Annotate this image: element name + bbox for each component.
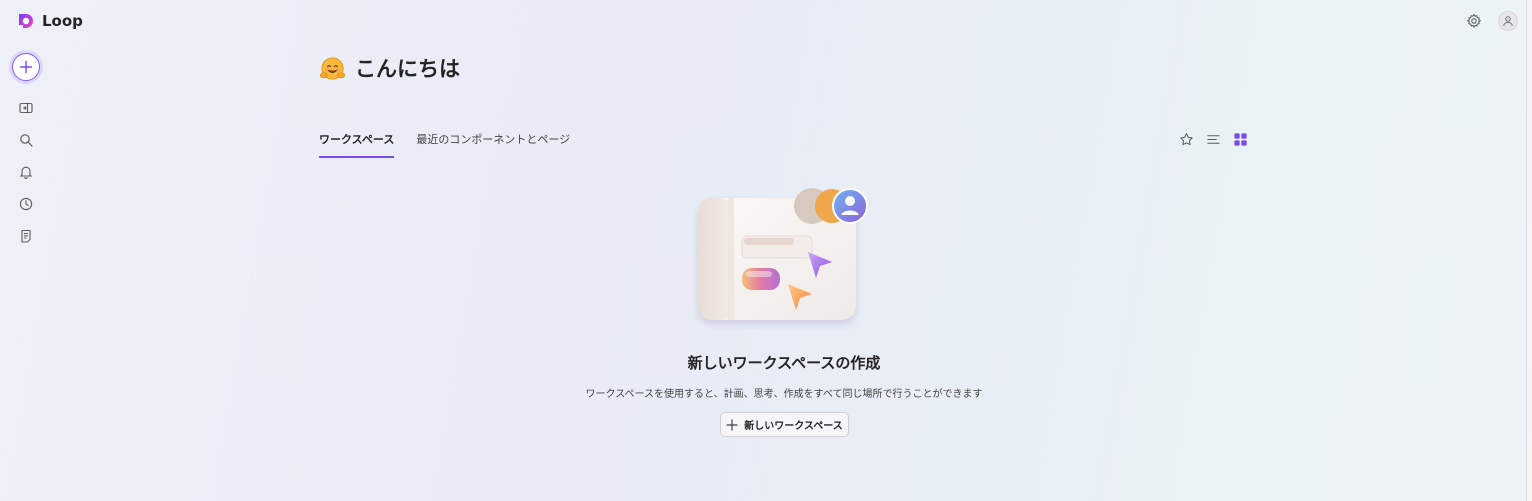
- app-logo[interactable]: Loop: [16, 11, 83, 31]
- star-icon[interactable]: [1178, 131, 1194, 147]
- new-workspace-button-label: 新しいワークスペース: [744, 421, 843, 432]
- clock-icon[interactable]: [19, 197, 33, 211]
- tab-bar: ワークスペース 最近のコンポーネントとページ: [319, 131, 570, 158]
- person-icon[interactable]: [1498, 11, 1518, 31]
- panel-icon[interactable]: [19, 101, 33, 115]
- app-name: Loop: [42, 12, 83, 30]
- search-icon[interactable]: [19, 133, 33, 147]
- plus-icon: [19, 60, 33, 74]
- new-button[interactable]: [12, 53, 40, 81]
- empty-state-description: ワークスペースを使用すると、計画、思考、作成をすべて同じ場所で行うことができます: [585, 389, 983, 400]
- workspace-illustration: [698, 188, 868, 320]
- document-icon[interactable]: [19, 229, 33, 243]
- list-icon[interactable]: [1205, 131, 1221, 147]
- new-workspace-button[interactable]: 新しいワークスペース: [720, 412, 849, 437]
- greeting-text: こんにちは: [355, 57, 460, 81]
- plus-icon: [726, 418, 738, 431]
- bell-icon[interactable]: [19, 165, 33, 179]
- loop-logo-icon: [19, 14, 33, 28]
- grid-icon[interactable]: [1232, 131, 1248, 147]
- empty-state-title: 新しいワークスペースの作成: [687, 354, 881, 372]
- window-edge: [1526, 0, 1532, 501]
- greeting: こんにちは: [319, 53, 460, 83]
- view-tools: [1178, 131, 1248, 147]
- header-actions: [1464, 11, 1518, 31]
- left-rail: [12, 53, 40, 243]
- tab-recent-components-pages[interactable]: 最近のコンポーネントとページ: [416, 131, 570, 158]
- hugging-face-emoji-icon: [319, 56, 346, 80]
- tab-workspaces[interactable]: ワークスペース: [319, 131, 395, 158]
- gear-icon[interactable]: [1464, 11, 1484, 31]
